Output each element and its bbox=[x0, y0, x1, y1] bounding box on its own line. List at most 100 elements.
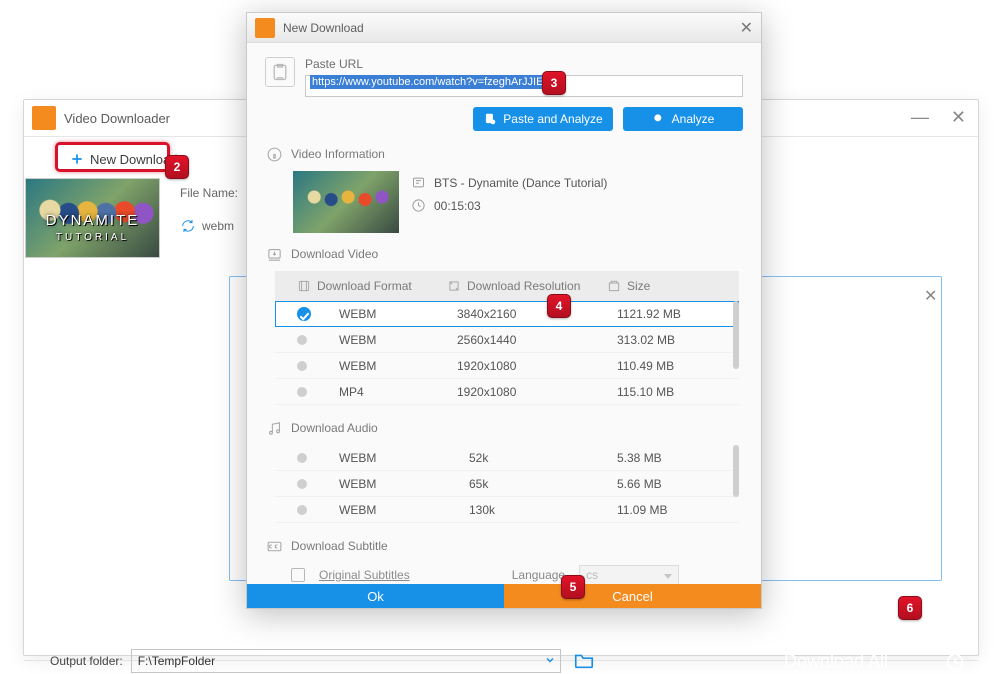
section-download-audio: Download Audio bbox=[265, 419, 743, 437]
row-resolution: 3840x2160 bbox=[457, 307, 617, 321]
video-title: BTS - Dynamite (Dance Tutorial) bbox=[434, 176, 607, 190]
thumb-title: DYNAMITE bbox=[26, 213, 159, 228]
video-row[interactable]: WEBM 1920x1080 110.49 MB bbox=[275, 353, 739, 379]
language-label: Language bbox=[512, 568, 565, 582]
video-rows: WEBM 3840x2160 1121.92 MB WEBM 2560x1440… bbox=[275, 301, 739, 405]
dialog-body: Paste URL https://www.youtube.com/watch?… bbox=[247, 43, 761, 608]
queue-item[interactable]: DYNAMITE TUTORIAL File Name: webm bbox=[25, 178, 238, 258]
video-duration: 00:15:03 bbox=[434, 199, 481, 213]
close-button[interactable]: ✕ bbox=[951, 108, 966, 126]
format-chip: webm bbox=[202, 219, 234, 233]
ok-button[interactable]: Ok bbox=[247, 584, 504, 608]
info-icon bbox=[265, 145, 283, 163]
app-icon bbox=[32, 106, 56, 130]
language-select[interactable]: cs bbox=[579, 565, 679, 585]
clock-icon bbox=[411, 198, 426, 213]
cc-icon bbox=[265, 537, 283, 555]
row-format: WEBM bbox=[339, 359, 457, 373]
audio-row[interactable]: WEBM 52k 5.38 MB bbox=[275, 445, 739, 471]
download-video-icon bbox=[265, 245, 283, 263]
radio-icon bbox=[297, 387, 307, 397]
audio-row[interactable]: WEBM 130k 11.09 MB bbox=[275, 497, 739, 523]
section-video-information: Video Information bbox=[265, 145, 743, 163]
app-title: Video Downloader bbox=[64, 111, 170, 126]
radio-icon bbox=[297, 361, 307, 371]
radio-icon bbox=[297, 453, 307, 463]
col-format-label: Download Format bbox=[317, 279, 412, 293]
dialog-close-button[interactable]: ✕ bbox=[740, 18, 753, 38]
radio-icon bbox=[297, 335, 307, 345]
paste-url-label: Paste URL bbox=[305, 57, 743, 71]
cancel-label: Cancel bbox=[612, 589, 652, 604]
video-row[interactable]: MP4 1920x1080 115.10 MB bbox=[275, 379, 739, 405]
scrollbar[interactable] bbox=[733, 445, 739, 497]
original-subtitles-label[interactable]: Original Subtitles bbox=[319, 568, 410, 582]
audio-icon bbox=[265, 419, 283, 437]
row-format: WEBM bbox=[339, 451, 469, 465]
language-value: cs bbox=[586, 568, 598, 582]
thumb-overlay: DYNAMITE TUTORIAL bbox=[26, 213, 159, 245]
scrollbar[interactable] bbox=[733, 301, 739, 369]
row-format: WEBM bbox=[339, 333, 457, 347]
output-folder-path: F:\TempFolder bbox=[138, 654, 215, 668]
callout-badge-3: 3 bbox=[542, 71, 566, 95]
cancel-button[interactable]: Cancel bbox=[504, 584, 761, 608]
file-name-label: File Name: bbox=[180, 186, 238, 200]
callout-badge-6: 6 bbox=[898, 596, 922, 620]
analyze-button[interactable]: Analyze bbox=[623, 107, 743, 131]
url-input[interactable]: https://www.youtube.com/watch?v=fzeghArJ… bbox=[305, 75, 743, 97]
chevron-down-icon bbox=[544, 654, 556, 669]
dialog-app-icon bbox=[255, 18, 275, 38]
audio-row[interactable]: WEBM 65k 5.66 MB bbox=[275, 471, 739, 497]
plus-icon bbox=[70, 152, 84, 166]
row-size: 5.66 MB bbox=[617, 477, 727, 491]
dialog-titlebar: New Download ✕ bbox=[247, 13, 761, 43]
footer: Output folder: F:\TempFolder Download Al… bbox=[24, 660, 978, 661]
remove-item-button[interactable]: ✕ bbox=[924, 286, 938, 300]
paste-analyze-label: Paste and Analyze bbox=[503, 112, 602, 126]
row-bitrate: 52k bbox=[469, 451, 617, 465]
video-row[interactable]: WEBM 2560x1440 313.02 MB bbox=[275, 327, 739, 353]
thumb-subtitle: TUTORIAL bbox=[26, 230, 159, 245]
col-resolution-label: Download Resolution bbox=[467, 279, 580, 293]
analyze-label: Analyze bbox=[672, 112, 715, 126]
size-icon bbox=[607, 279, 621, 293]
browse-folder-button[interactable] bbox=[573, 649, 595, 674]
callout-badge-5: 5 bbox=[561, 575, 585, 599]
format-icon bbox=[297, 279, 311, 293]
audio-rows: WEBM 52k 5.38 MB WEBM 65k 5.66 MB WEBM 1… bbox=[275, 445, 739, 523]
download-audio-label: Download Audio bbox=[291, 421, 378, 435]
row-resolution: 1920x1080 bbox=[457, 359, 617, 373]
row-format: WEBM bbox=[339, 477, 469, 491]
ok-label: Ok bbox=[367, 589, 384, 604]
download-subtitle-label: Download Subtitle bbox=[291, 539, 388, 553]
url-value: https://www.youtube.com/watch?v=fzeghArJ… bbox=[310, 75, 545, 89]
row-size: 5.38 MB bbox=[617, 451, 727, 465]
row-size: 115.10 MB bbox=[617, 385, 727, 399]
section-download-video: Download Video bbox=[265, 245, 743, 263]
clipboard-url-icon bbox=[265, 57, 295, 87]
row-format: MP4 bbox=[339, 385, 457, 399]
title-icon bbox=[411, 175, 426, 190]
download-video-label: Download Video bbox=[291, 247, 378, 261]
row-bitrate: 65k bbox=[469, 477, 617, 491]
radio-icon bbox=[297, 479, 307, 489]
dialog-title: New Download bbox=[283, 21, 364, 35]
row-size: 110.49 MB bbox=[617, 359, 727, 373]
callout-badge-4: 4 bbox=[547, 294, 571, 318]
col-size-label: Size bbox=[627, 279, 650, 293]
row-bitrate: 130k bbox=[469, 503, 617, 517]
row-size: 313.02 MB bbox=[617, 333, 727, 347]
row-format: WEBM bbox=[339, 307, 457, 321]
paste-analyze-button[interactable]: Paste and Analyze bbox=[473, 107, 613, 131]
original-subtitles-checkbox[interactable] bbox=[291, 568, 305, 582]
row-resolution: 2560x1440 bbox=[457, 333, 617, 347]
download-all-label: Download All bbox=[784, 651, 888, 672]
minimize-button[interactable]: — bbox=[911, 108, 929, 126]
row-size: 1121.92 MB bbox=[617, 307, 727, 321]
video-row[interactable]: WEBM 3840x2160 1121.92 MB bbox=[275, 301, 739, 327]
video-grid-header: Download Format Download Resolution Size bbox=[275, 271, 739, 301]
section-download-subtitle: Download Subtitle bbox=[265, 537, 743, 555]
video-info-label: Video Information bbox=[291, 147, 385, 161]
output-folder-input[interactable]: F:\TempFolder bbox=[131, 649, 561, 673]
